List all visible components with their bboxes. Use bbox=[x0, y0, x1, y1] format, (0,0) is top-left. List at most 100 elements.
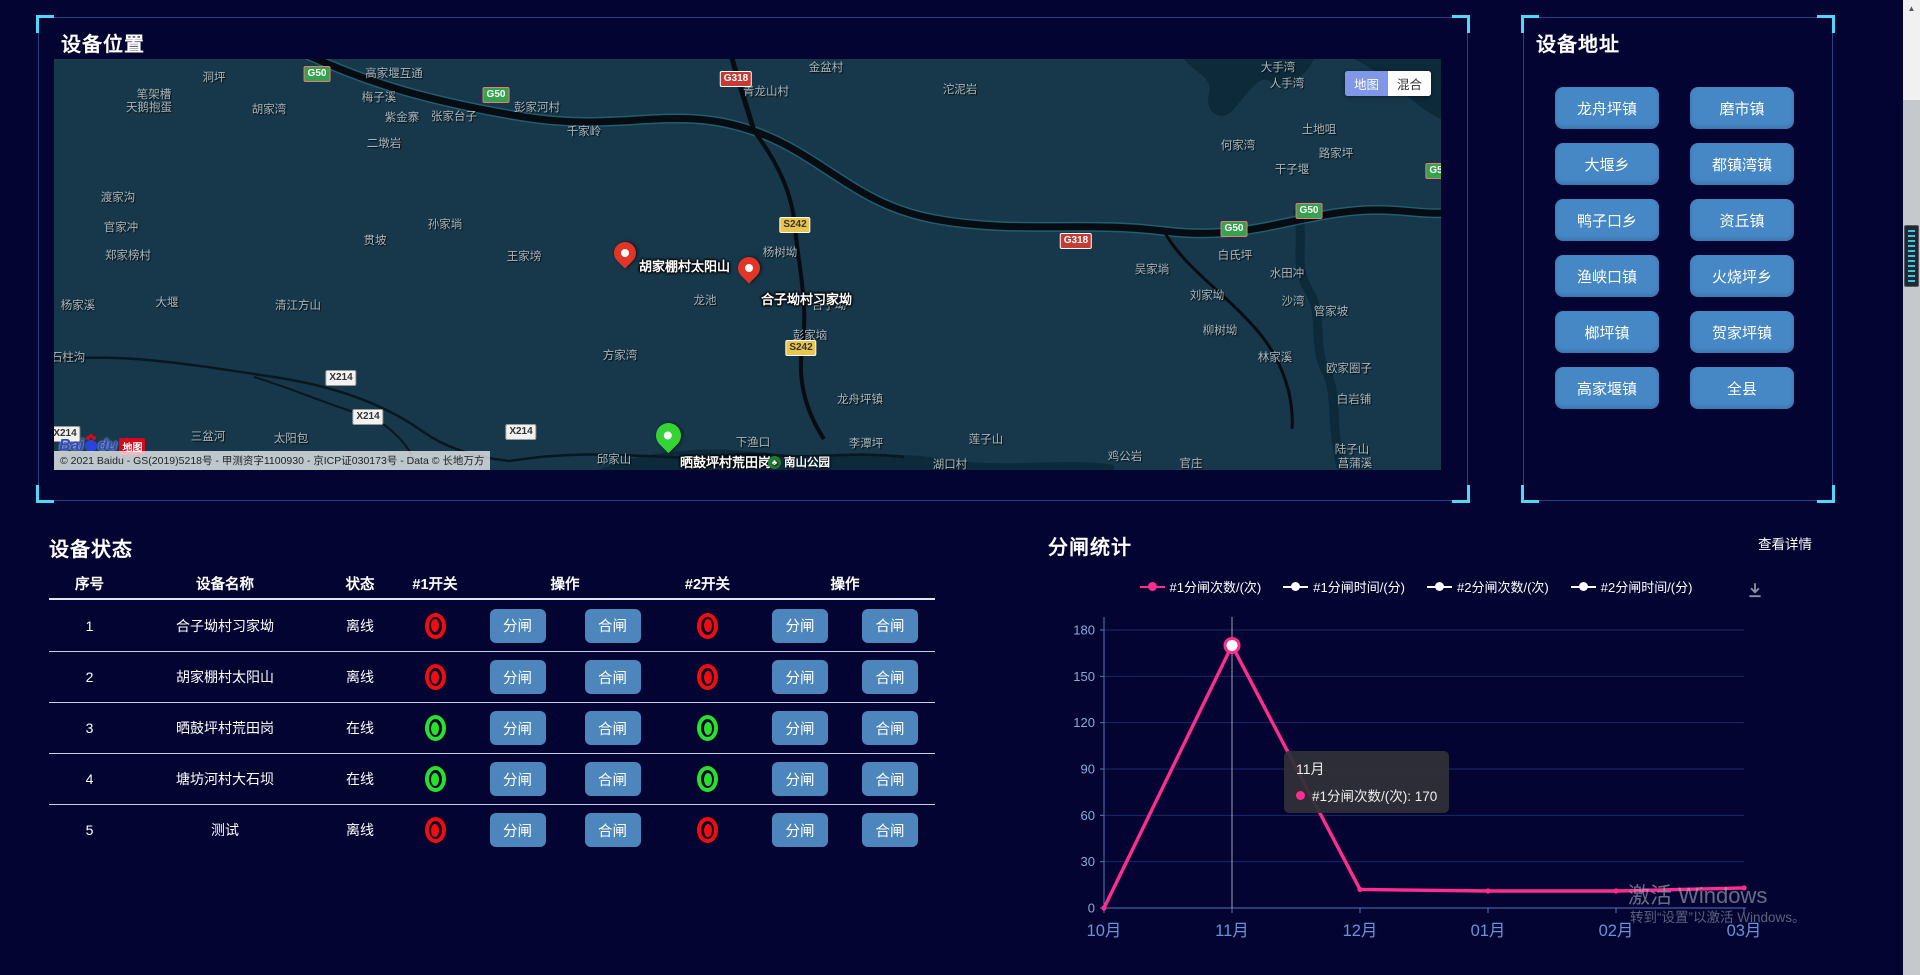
road-badge: X214 bbox=[505, 424, 536, 440]
close-button-1[interactable]: 合闸 bbox=[585, 711, 641, 745]
map-place-label: 刘家坳 bbox=[1190, 287, 1225, 303]
table-row: 4 塘坊河村大石坝 在线 分闸 合闸 分闸 合闸 bbox=[49, 753, 935, 804]
switch2-indicator bbox=[697, 817, 718, 843]
address-town-button[interactable]: 龙舟坪镇 bbox=[1555, 87, 1659, 129]
road-badge: G5 bbox=[1425, 163, 1441, 179]
trip-button-1[interactable]: 分闸 bbox=[490, 609, 546, 643]
cell-status: 在线 bbox=[346, 769, 374, 789]
map-place-label: 官庄 bbox=[1180, 455, 1203, 470]
address-town-button[interactable]: 贺家坪镇 bbox=[1690, 311, 1794, 353]
address-town-button[interactable]: 渔峡口镇 bbox=[1555, 255, 1659, 297]
header-name: 设备名称 bbox=[196, 573, 254, 594]
download-icon[interactable] bbox=[1746, 581, 1764, 599]
map-place-label: 路家坪 bbox=[1319, 145, 1354, 161]
map-place-label: 大堰 bbox=[156, 294, 179, 310]
trip-button-2[interactable]: 分闸 bbox=[772, 813, 828, 847]
close-button-2[interactable]: 合闸 bbox=[862, 762, 918, 796]
device-address-panel: 设备地址 龙舟坪镇磨市镇大堰乡都镇湾镇鸭子口乡资丘镇渔峡口镇火烧坪乡榔坪镇贺家坪… bbox=[1523, 17, 1833, 501]
close-button-1[interactable]: 合闸 bbox=[585, 660, 641, 694]
map-place-label: 大手湾 bbox=[1261, 59, 1296, 75]
switch1-indicator bbox=[425, 613, 446, 639]
baidu-map[interactable]: 笔架槽洞坪天鹅抱蛋胡家湾高家堰互通梅子溪紫金寨二墩岩张家台子彭家河村千家岭金盆村… bbox=[54, 59, 1441, 470]
scrollbar-thumb-stripes bbox=[1908, 230, 1915, 282]
address-town-button[interactable]: 资丘镇 bbox=[1690, 199, 1794, 241]
map-place-label: 干子堰 bbox=[1275, 161, 1310, 177]
map-place-label: 龙池 bbox=[694, 292, 717, 308]
close-button-1[interactable]: 合闸 bbox=[585, 609, 641, 643]
road-badge: G50 bbox=[1296, 203, 1323, 219]
address-town-button[interactable]: 都镇湾镇 bbox=[1690, 143, 1794, 185]
map-type-hybrid-button[interactable]: 混合 bbox=[1388, 71, 1431, 96]
close-button-1[interactable]: 合闸 bbox=[585, 762, 641, 796]
page-scrollbar: ▲ bbox=[1903, 0, 1920, 975]
corner-bracket bbox=[1817, 15, 1835, 33]
switch2-indicator bbox=[697, 613, 718, 639]
scroll-up-arrow-icon[interactable]: ▲ bbox=[1903, 0, 1920, 18]
road-badge: G318 bbox=[720, 71, 752, 87]
map-place-label: 欧家圈子 bbox=[1326, 360, 1372, 376]
map-place-label: 吴家埫 bbox=[1135, 261, 1170, 277]
close-button-2[interactable]: 合闸 bbox=[862, 660, 918, 694]
trip-button-2[interactable]: 分闸 bbox=[772, 711, 828, 745]
address-town-button[interactable]: 榔坪镇 bbox=[1555, 311, 1659, 353]
close-button-2[interactable]: 合闸 bbox=[862, 609, 918, 643]
map-pin-label: 胡家棚村太阳山 bbox=[639, 256, 730, 275]
map-place-label: 杨树坳 bbox=[763, 244, 798, 260]
trip-button-1[interactable]: 分闸 bbox=[490, 711, 546, 745]
map-place-label: 沙湾 bbox=[1282, 293, 1305, 309]
svg-text:90: 90 bbox=[1081, 762, 1095, 777]
device-location-title: 设备位置 bbox=[61, 28, 145, 57]
view-details-link[interactable]: 查看详情 bbox=[1758, 533, 1812, 553]
address-town-button[interactable]: 火烧坪乡 bbox=[1690, 255, 1794, 297]
cell-device-name: 测试 bbox=[211, 820, 239, 840]
map-type-toggle: 地图 混合 bbox=[1345, 71, 1431, 96]
address-town-button[interactable]: 磨市镇 bbox=[1690, 87, 1794, 129]
device-status-title: 设备状态 bbox=[49, 533, 133, 562]
chart-tooltip: 11月 #1分闸次数/(次): 170 bbox=[1284, 751, 1449, 813]
corner-bracket bbox=[1817, 485, 1835, 503]
map-pin-label: 合子坳村习家坳 bbox=[761, 289, 852, 308]
legend-item[interactable]: #1分闸次数/(次) bbox=[1140, 577, 1262, 596]
trip-button-2[interactable]: 分闸 bbox=[772, 609, 828, 643]
corner-bracket bbox=[1452, 485, 1470, 503]
map-type-map-button[interactable]: 地图 bbox=[1345, 71, 1388, 96]
map-place-label: 湖口村 bbox=[933, 456, 968, 470]
close-button-2[interactable]: 合闸 bbox=[862, 711, 918, 745]
cell-index: 3 bbox=[86, 720, 94, 736]
svg-text:11月: 11月 bbox=[1215, 922, 1249, 940]
close-button-1[interactable]: 合闸 bbox=[585, 813, 641, 847]
trip-button-1[interactable]: 分闸 bbox=[490, 660, 546, 694]
address-town-button[interactable]: 大堰乡 bbox=[1555, 143, 1659, 185]
legend-item[interactable]: #2分闸次数/(次) bbox=[1427, 577, 1549, 596]
map-place-label: 石柱沟 bbox=[54, 349, 85, 365]
svg-text:10月: 10月 bbox=[1087, 922, 1122, 940]
map-place-label: 三盆河 bbox=[191, 428, 226, 444]
map-place-label: 千家岭 bbox=[567, 123, 602, 139]
legend-marker-icon bbox=[1283, 586, 1308, 588]
trip-button-2[interactable]: 分闸 bbox=[772, 762, 828, 796]
road-badge: X214 bbox=[352, 409, 383, 425]
map-pin-label: 晒鼓坪村荒田岗 bbox=[680, 452, 771, 470]
switch2-indicator bbox=[697, 664, 718, 690]
cell-device-name: 胡家棚村太阳山 bbox=[176, 667, 274, 687]
svg-text:12月: 12月 bbox=[1343, 922, 1378, 940]
address-town-button[interactable]: 全县 bbox=[1690, 367, 1794, 409]
trip-button-1[interactable]: 分闸 bbox=[490, 762, 546, 796]
scrollbar-thumb[interactable] bbox=[1904, 225, 1919, 287]
trip-button-2[interactable]: 分闸 bbox=[772, 660, 828, 694]
map-place-label: 王家塝 bbox=[507, 248, 542, 264]
trip-button-1[interactable]: 分闸 bbox=[490, 813, 546, 847]
legend-item[interactable]: #1分闸时间/(分) bbox=[1283, 577, 1405, 596]
map-place-label: 洞坪 bbox=[203, 69, 226, 85]
close-button-2[interactable]: 合闸 bbox=[862, 813, 918, 847]
address-town-button[interactable]: 高家堰镇 bbox=[1555, 367, 1659, 409]
address-town-button[interactable]: 鸭子口乡 bbox=[1555, 199, 1659, 241]
tooltip-series-dot bbox=[1296, 791, 1305, 800]
switch1-indicator bbox=[425, 817, 446, 843]
legend-item[interactable]: #2分闸时间/(分) bbox=[1571, 577, 1693, 596]
map-place-label: 鸡公岩 bbox=[1108, 448, 1143, 464]
header-operation1: 操作 bbox=[551, 573, 580, 594]
map-place-label: 管家坡 bbox=[1314, 303, 1349, 319]
scrollbar-top: ▲ bbox=[1903, 0, 1920, 100]
map-place-label: 太阳包 bbox=[274, 430, 309, 446]
